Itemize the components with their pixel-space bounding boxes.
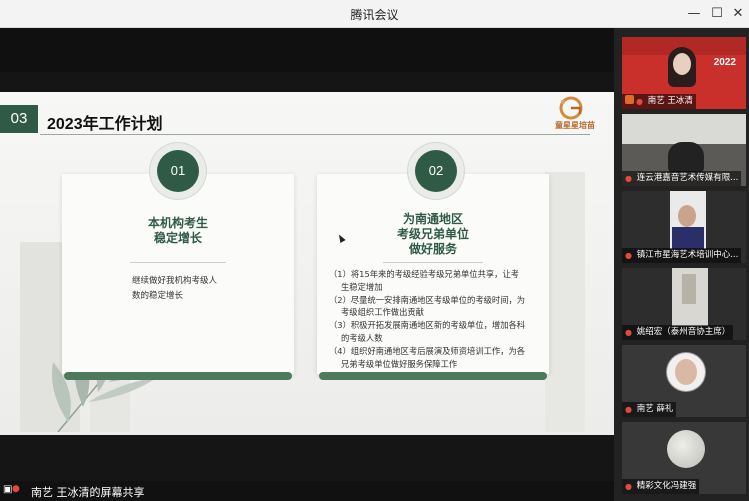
slide-title: 2023年工作计划 (47, 116, 163, 133)
card-2-body-line: 兄弟考级单位做好服务保障工作 (341, 358, 458, 369)
mic-icon: ● (636, 97, 643, 106)
card-2-body-line: （4）组织好南通地区考后展演及师资培训工作，为各 (329, 345, 526, 356)
card-2-number-badge: 02 (408, 143, 464, 199)
card-1-heading-line1: 本机构考生 (147, 216, 208, 230)
mic-icon: ● (625, 251, 632, 260)
avatar-face (675, 359, 697, 385)
logo-text: 童星星培苗 (555, 121, 595, 130)
card-1-divider (130, 262, 226, 263)
participant-tile[interactable]: ● 镇江市星海艺术培训中心... (622, 191, 746, 263)
card-1-heading-line2: 稳定增长 (153, 231, 202, 245)
card-2-number: 02 (415, 150, 457, 192)
mic-icon: ● (625, 482, 632, 491)
plan-card-2: 为南通地区 考级兄弟单位 做好服务 （1）将15年来的考级经验考级兄弟单位共享，… (317, 174, 549, 380)
screen-share-area: 03 2023年工作计划 童星星培苗 本机构考生 稳定增长 继续做好我机构考级人… (0, 28, 614, 501)
card-2-body-line: 考级组织工作做出贡献 (341, 307, 424, 318)
card-2-body-line: （2）尽量统一安排南通地区考级单位的考级时间，为 (329, 294, 526, 305)
card-2-bottom-bar (319, 372, 547, 380)
participant-name: ● 精彩文化冯建强 (622, 479, 700, 494)
card-1-body: 继续做好我机构考级人 数的稳定增长 (132, 274, 217, 304)
user-icon (625, 95, 634, 104)
card-2-heading-line1: 为南通地区 (402, 212, 463, 226)
participant-tile[interactable]: ● 姚绍宏（泰州音协主席） (622, 268, 746, 340)
participant-figure (682, 274, 696, 304)
banner-text: 2022 (713, 57, 736, 68)
card-1-body-line: 数的稳定增长 (132, 291, 184, 301)
participant-sidebar[interactable]: 2022 ● 南艺 王冰清 ● 连云港嘉音艺术传媒有限... ● 镇江市星海艺术… (614, 28, 749, 501)
card-1-bottom-bar (64, 372, 292, 380)
window-title: 腾讯会议 (350, 8, 399, 22)
participant-shirt (672, 227, 704, 249)
card-1-number: 01 (157, 150, 199, 192)
share-label: 南艺 王冰清的屏幕共享 (31, 486, 145, 499)
mic-icon: ● (12, 484, 20, 494)
participant-tile[interactable]: ● 连云港嘉音艺术传媒有限... (622, 114, 746, 186)
close-icon[interactable]: ✕ (728, 4, 748, 24)
participant-name: ● 姚绍宏（泰州音协主席） (622, 325, 734, 340)
card-2-heading-line3: 做好服务 (408, 242, 457, 256)
meeting-window: 腾讯会议 — ☐ ✕ 03 2023年工作计划 童星星培苗 本机构考生 稳定增长… (0, 0, 749, 501)
card-2-divider (383, 262, 483, 263)
participant-name: ● 南艺 薛礼 (622, 402, 677, 417)
avatar (667, 353, 705, 391)
card-1-number-badge: 01 (150, 143, 206, 199)
plan-card-1: 本机构考生 稳定增长 继续做好我机构考级人 数的稳定增长 (62, 174, 294, 380)
brand-logo: 童星星培苗 (547, 96, 603, 132)
participant-video (622, 114, 746, 144)
minimize-icon[interactable]: — (684, 4, 704, 24)
participant-face (668, 142, 704, 172)
mic-icon: ● (625, 328, 632, 337)
participant-name: ● 镇江市星海艺术培训中心... (622, 248, 742, 263)
title-divider (40, 134, 590, 135)
maximize-icon[interactable]: ☐ (707, 4, 727, 24)
participant-tile[interactable]: ● 南艺 薛礼 (622, 345, 746, 417)
title-bar: 腾讯会议 — ☐ ✕ (0, 0, 749, 28)
logo-icon (559, 96, 583, 120)
background-building (545, 172, 585, 432)
mic-icon: ● (625, 174, 632, 183)
participant-tile[interactable]: 2022 ● 南艺 王冰清 (622, 37, 746, 109)
participant-name: ● 连云港嘉音艺术传媒有限... (622, 171, 742, 186)
participant-name: ● 南艺 王冰清 (622, 94, 696, 109)
card-2-heading-line2: 考级兄弟单位 (396, 227, 469, 241)
card-2-body: （1）将15年来的考级经验考级兄弟单位共享，让考 生稳定增加 （2）尽量统一安排… (329, 268, 525, 370)
participant-face (678, 205, 696, 227)
section-number: 03 (0, 105, 38, 133)
card-2-body-line: （1）将15年来的考级经验考级兄弟单位共享，让考 (329, 269, 520, 279)
card-2-body-line: 的考级人数 (341, 332, 383, 343)
participant-face (673, 53, 691, 75)
avatar (667, 430, 705, 468)
presentation-slide: 03 2023年工作计划 童星星培苗 本机构考生 稳定增长 继续做好我机构考级人… (0, 92, 614, 435)
mic-icon: ● (625, 405, 632, 414)
card-2-body-line: 生稳定增加 (341, 281, 383, 292)
share-status-bar: ▣ ● 南艺 王冰清的屏幕共享 (0, 481, 614, 501)
share-top-band (0, 28, 614, 72)
participant-tile[interactable]: ● 精彩文化冯建强 (622, 422, 746, 494)
card-1-body-line: 继续做好我机构考级人 (132, 276, 218, 286)
card-2-body-line: （3）积极开拓发展南通地区新的考级单位，增加各科 (329, 320, 526, 331)
